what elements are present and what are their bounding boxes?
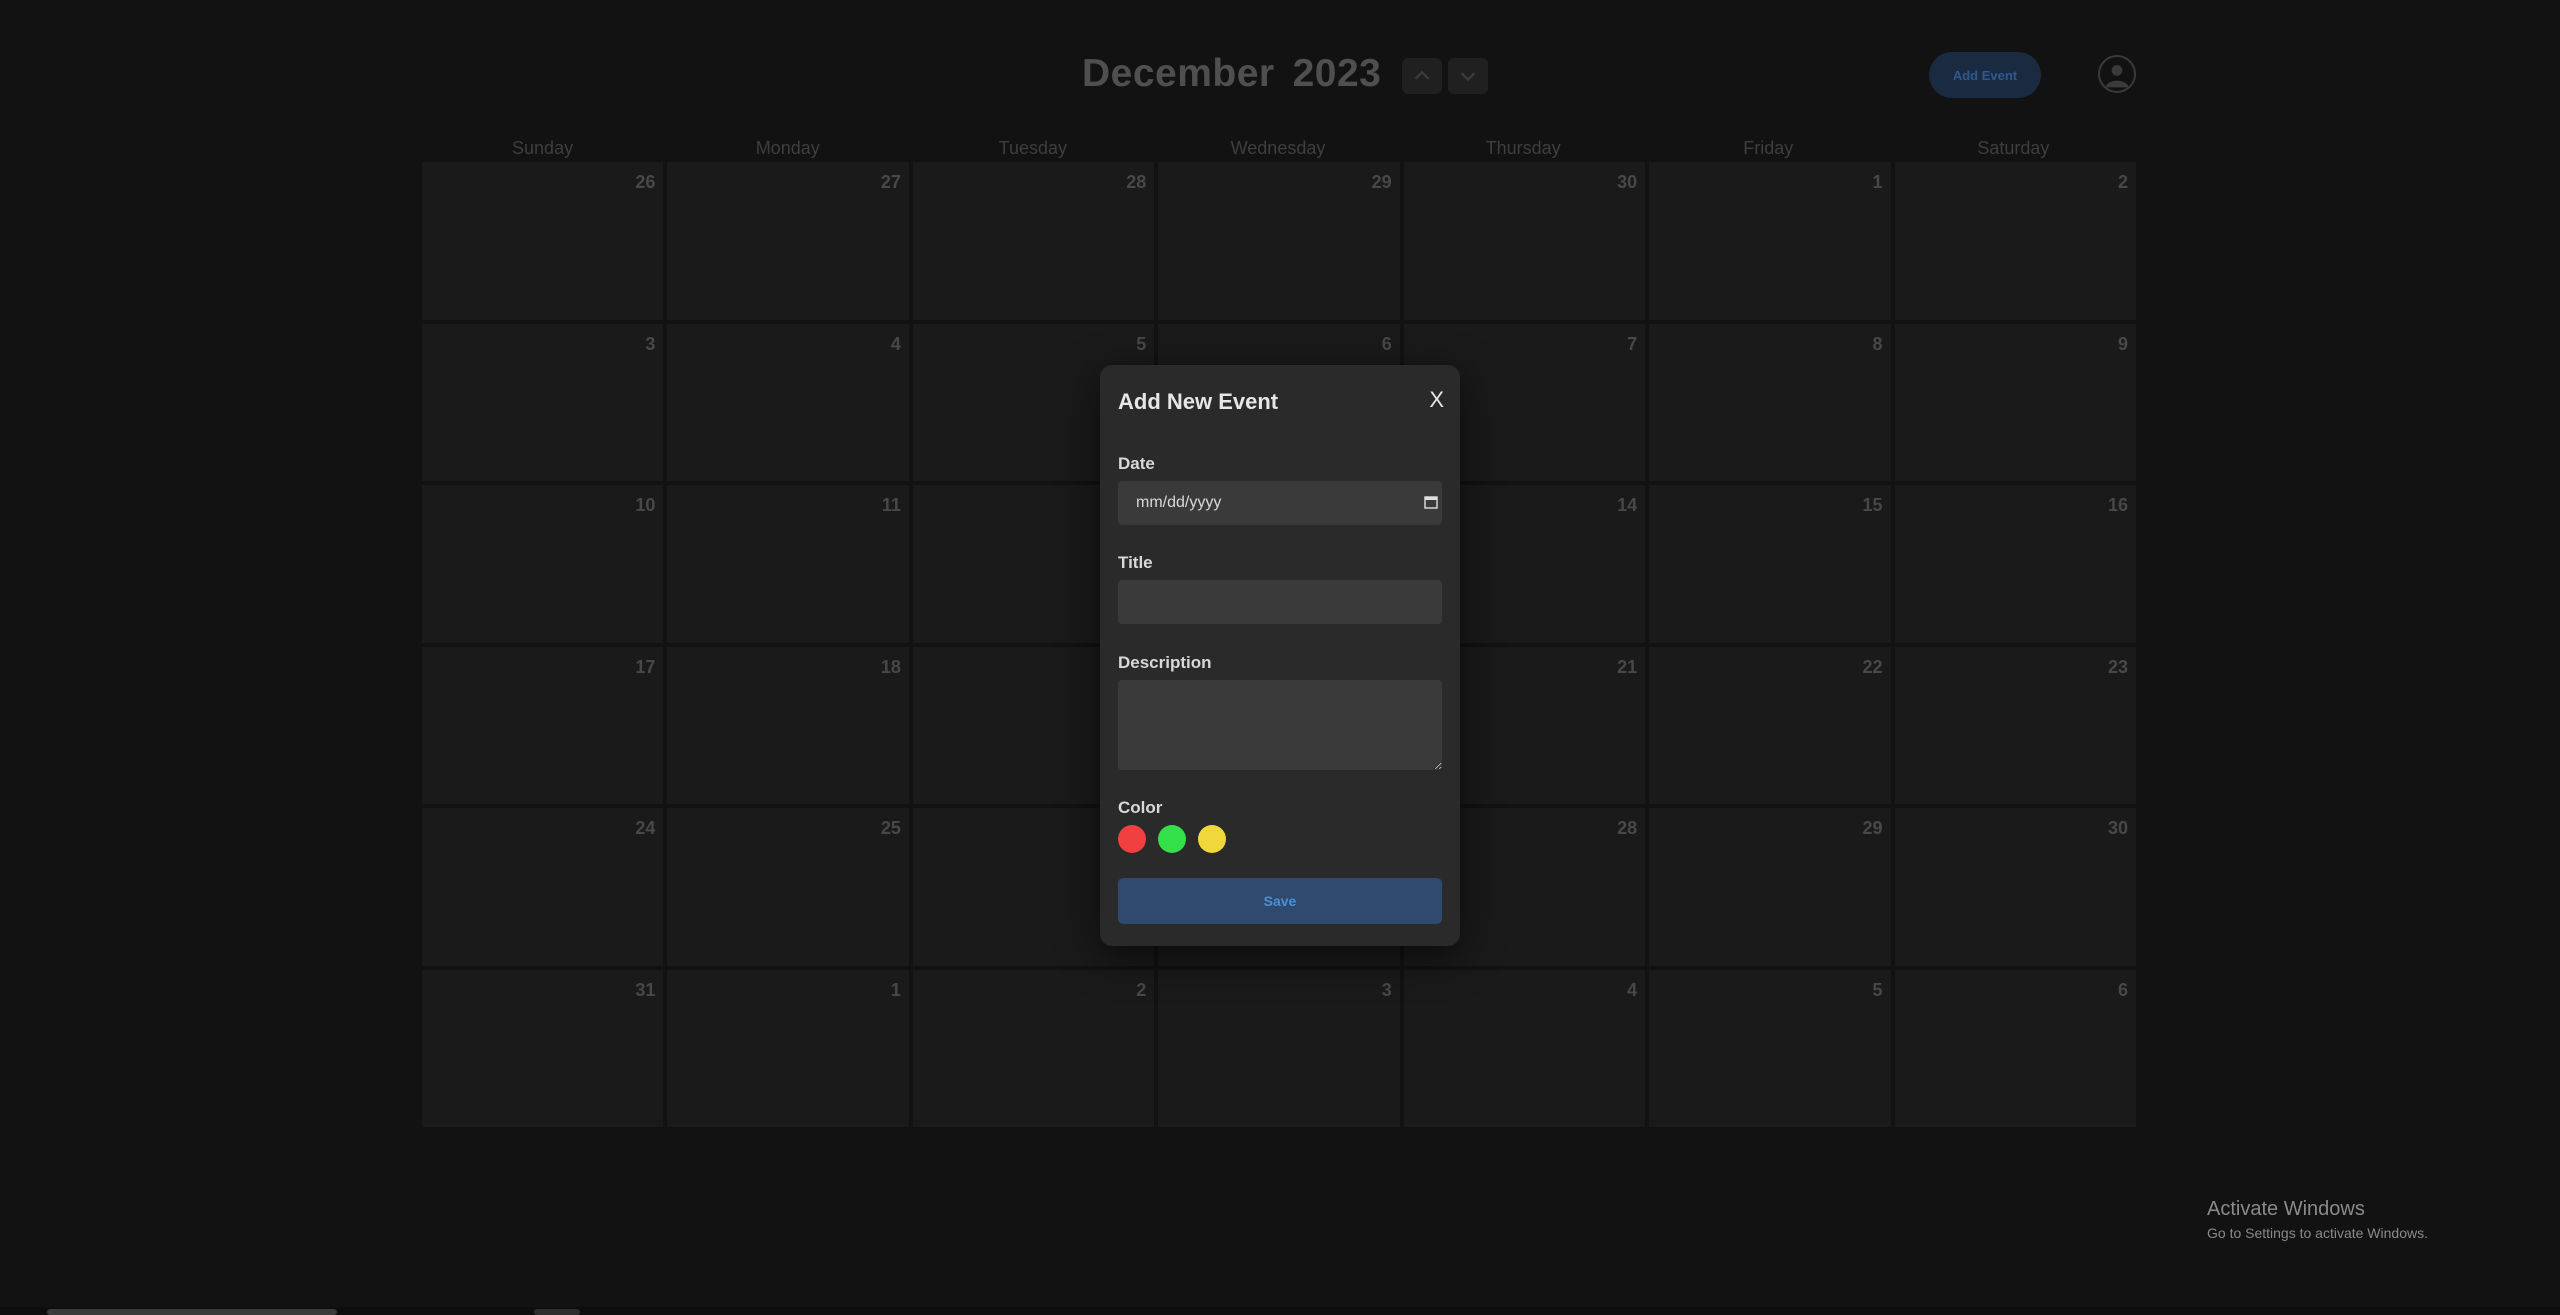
watermark-title: Activate Windows [2207, 1198, 2365, 1220]
color-option-red[interactable] [1118, 825, 1146, 853]
watermark-subtitle: Go to Settings to activate Windows. [2207, 1225, 2428, 1241]
scrollbar-thumb-secondary[interactable] [534, 1309, 580, 1315]
scrollbar-thumb[interactable] [47, 1309, 337, 1315]
save-button[interactable]: Save [1118, 878, 1442, 924]
date-input[interactable]: mm/dd/yyyy [1118, 481, 1442, 525]
date-label: Date [1118, 454, 1155, 473]
description-input[interactable] [1118, 680, 1442, 770]
color-label: Color [1118, 798, 1163, 817]
color-option-green[interactable] [1158, 825, 1186, 853]
add-event-modal: Add New Event X Date mm/dd/yyyy Title De… [1100, 365, 1460, 946]
color-option-yellow[interactable] [1198, 825, 1226, 853]
color-picker [1118, 825, 1226, 853]
title-input[interactable] [1118, 580, 1442, 624]
calendar-icon[interactable] [1424, 495, 1438, 509]
description-label: Description [1118, 653, 1212, 672]
horizontal-scrollbar[interactable] [0, 1307, 2560, 1315]
windows-activation-watermark: Activate Windows Go to Settings to activ… [2207, 1198, 2428, 1241]
modal-title: Add New Event [1118, 389, 1279, 414]
close-button[interactable]: X [1429, 387, 1444, 413]
date-placeholder: mm/dd/yyyy [1136, 494, 1222, 511]
title-label: Title [1118, 553, 1153, 572]
